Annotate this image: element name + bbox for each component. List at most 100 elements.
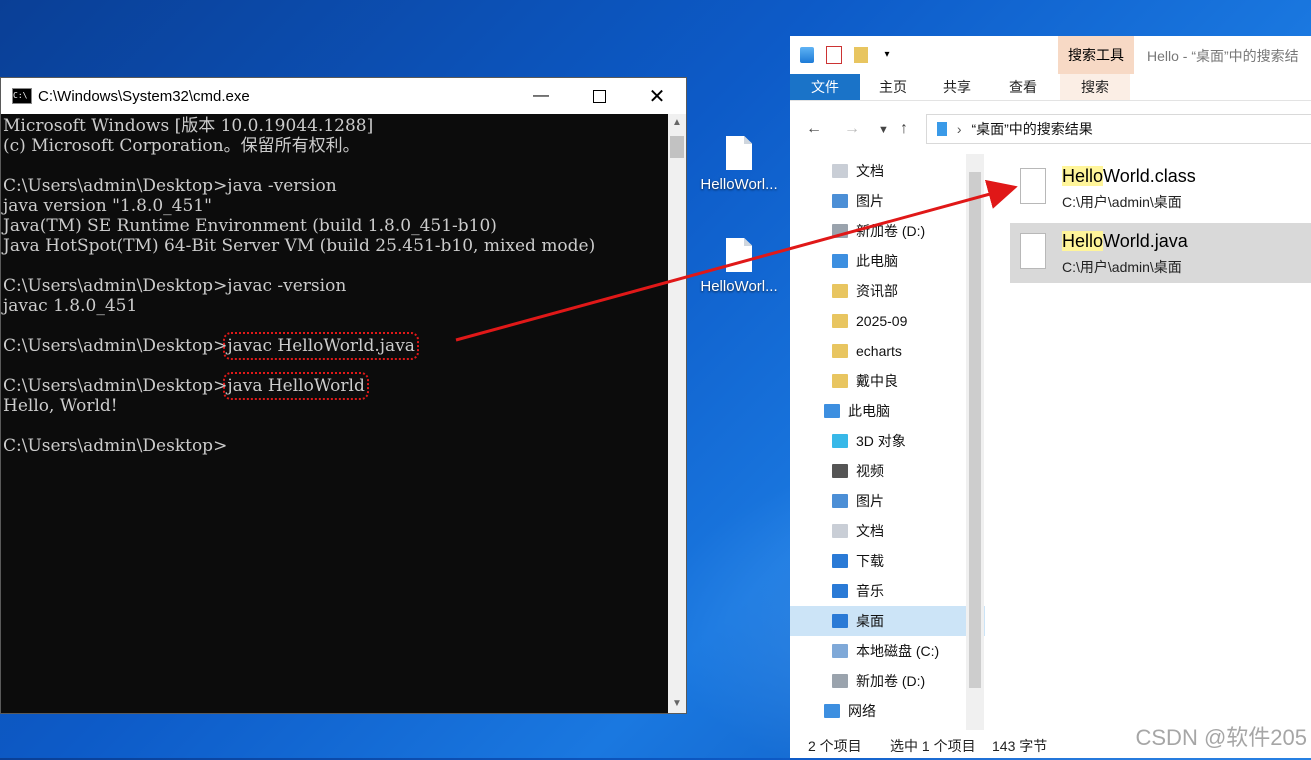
result-item[interactable]: HelloWorld.java C:\用户\admin\桌面: [1010, 223, 1311, 283]
nav-item-label: 图片: [856, 193, 884, 209]
cmd-line: Java HotSpot(TM) 64-Bit Server VM (build…: [3, 236, 596, 256]
nav-item[interactable]: echarts: [790, 336, 985, 366]
folder-icon: [824, 704, 840, 718]
up-icon[interactable]: ↑: [900, 120, 908, 138]
nav-item-label: 音乐: [856, 583, 884, 599]
desktop-file-icon[interactable]: HelloWorl...: [691, 238, 787, 295]
nav-item[interactable]: 桌面: [790, 606, 985, 636]
breadcrumb-chevron-icon: ›: [956, 121, 962, 137]
cmd-line: java version "1.8.0_451": [3, 196, 212, 216]
result-path: C:\用户\admin\桌面: [1062, 194, 1182, 210]
folder-icon: [832, 374, 848, 388]
search-tools-tab[interactable]: 搜索工具: [1058, 36, 1134, 74]
cmd-line: [3, 256, 666, 276]
nav-item-label: 此电脑: [856, 253, 898, 269]
new-folder-icon[interactable]: [854, 47, 868, 63]
folder-icon: [832, 494, 848, 508]
explorer-titlebar[interactable]: ▾ 搜索工具 Hello - “桌面”中的搜索结: [790, 36, 1311, 74]
address-text: “桌面”中的搜索结果: [971, 121, 1093, 137]
forward-icon[interactable]: →: [844, 120, 860, 138]
document-icon: [1020, 168, 1046, 204]
nav-item[interactable]: 视频: [790, 456, 985, 486]
nav-item[interactable]: 戴中良: [790, 366, 985, 396]
cmd-scrollbar[interactable]: ▲ ▼: [668, 114, 686, 713]
desktop-file-icon[interactable]: HelloWorl...: [691, 136, 787, 193]
tab-share[interactable]: 共享: [926, 74, 988, 100]
nav-item[interactable]: 此电脑🖈: [790, 246, 985, 276]
address-bar[interactable]: › “桌面”中的搜索结果: [926, 114, 1311, 144]
folder-icon: [832, 284, 848, 298]
cmd-line: Hello, World!: [3, 396, 118, 416]
cmd-titlebar[interactable]: C:\ C:\Windows\System32\cmd.exe — ✕: [1, 78, 686, 114]
tab-view[interactable]: 查看: [990, 74, 1056, 100]
nav-item[interactable]: 下载: [790, 546, 985, 576]
nav-item-label: echarts: [856, 343, 902, 359]
properties-icon[interactable]: [826, 46, 842, 64]
desktop-file-label: HelloWorl...: [700, 176, 778, 193]
result-name-rest: World.java: [1103, 231, 1188, 251]
file-icon: [726, 238, 752, 272]
chevron-down-icon[interactable]: ▾: [880, 47, 894, 63]
result-item[interactable]: HelloWorld.class C:\用户\admin\桌面: [1010, 158, 1311, 218]
minimize-icon: —: [533, 87, 549, 104]
tab-search[interactable]: 搜索: [1060, 74, 1130, 100]
cmd-line: (c) Microsoft Corporation。保留所有权利。: [3, 136, 360, 156]
address-bar-row: ← → ▼ ↑ › “桌面”中的搜索结果: [790, 106, 1311, 152]
item-count: 2 个项目: [808, 738, 862, 754]
back-icon[interactable]: ←: [806, 120, 822, 138]
cmd-line: C:\Users\admin\Desktop>: [3, 436, 228, 456]
nav-item[interactable]: 音乐: [790, 576, 985, 606]
cmd-app-icon: C:\: [12, 88, 32, 104]
explorer-app-icon: [800, 47, 814, 63]
nav-item[interactable]: 3D 对象: [790, 426, 985, 456]
result-path: C:\用户\admin\桌面: [1062, 259, 1182, 275]
folder-icon: [832, 164, 848, 178]
document-icon: [1020, 233, 1046, 269]
nav-scroll-thumb[interactable]: [969, 172, 981, 688]
nav-item[interactable]: 网络: [790, 696, 985, 726]
nav-item-label: 2025-09: [856, 313, 908, 329]
folder-icon: [832, 254, 848, 268]
cmd-line: [3, 416, 666, 436]
nav-item[interactable]: 图片🖈: [790, 186, 985, 216]
folder-icon: [832, 524, 848, 538]
cmd-title: C:\Windows\System32\cmd.exe: [38, 87, 250, 105]
nav-item-label: 本地磁盘 (C:): [856, 643, 940, 659]
scroll-thumb[interactable]: [670, 136, 684, 158]
folder-icon: [832, 644, 848, 658]
folder-icon: [832, 674, 848, 688]
cmd-window[interactable]: C:\ C:\Windows\System32\cmd.exe — ✕ Micr…: [0, 77, 687, 714]
close-button[interactable]: ✕: [628, 78, 686, 114]
scroll-down-icon[interactable]: ▼: [668, 695, 686, 713]
navigation-pane[interactable]: 文档🖈图片🖈新加卷 (D:)🖈此电脑🖈资讯部🖈 2025-09 echarts 戴中良…: [790, 154, 985, 730]
tab-file[interactable]: 文件: [790, 74, 860, 100]
nav-item[interactable]: 资讯部🖈: [790, 276, 985, 306]
recent-chevron-icon[interactable]: ▼: [878, 124, 889, 136]
nav-item[interactable]: 新加卷 (D:): [790, 666, 985, 696]
nav-item[interactable]: 文档🖈: [790, 156, 985, 186]
nav-item[interactable]: 此电脑: [790, 396, 985, 426]
folder-icon: [832, 194, 848, 208]
maximize-button[interactable]: [570, 78, 628, 114]
scroll-up-icon[interactable]: ▲: [668, 114, 686, 132]
cmd-line: C:\Users\admin\Desktop>java -version: [3, 176, 337, 196]
cmd-line: [3, 316, 666, 336]
explorer-window[interactable]: ▾ 搜索工具 Hello - “桌面”中的搜索结 文件 主页 共享 查看 搜索 …: [790, 36, 1311, 758]
nav-item[interactable]: 文档: [790, 516, 985, 546]
folder-icon: [832, 314, 848, 328]
nav-item[interactable]: 新加卷 (D:)🖈: [790, 216, 985, 246]
cmd-output[interactable]: Microsoft Windows [版本 10.0.19044.1288] (c…: [1, 114, 668, 713]
cmd-line: javac 1.8.0_451: [3, 296, 138, 316]
highlighted-command-javac: javac HelloWorld.java: [223, 332, 419, 360]
nav-item-label: 网络: [848, 703, 876, 719]
nav-item[interactable]: 图片: [790, 486, 985, 516]
tab-home[interactable]: 主页: [862, 74, 924, 100]
nav-scrollbar[interactable]: [966, 154, 984, 730]
nav-item[interactable]: 2025-09: [790, 306, 985, 336]
result-name-match: Hello: [1062, 166, 1104, 186]
minimize-button[interactable]: —: [512, 78, 570, 114]
folder-icon: [824, 404, 840, 418]
nav-item-label: 下载: [856, 553, 884, 569]
maximize-icon: [592, 89, 606, 103]
nav-item[interactable]: 本地磁盘 (C:): [790, 636, 985, 666]
